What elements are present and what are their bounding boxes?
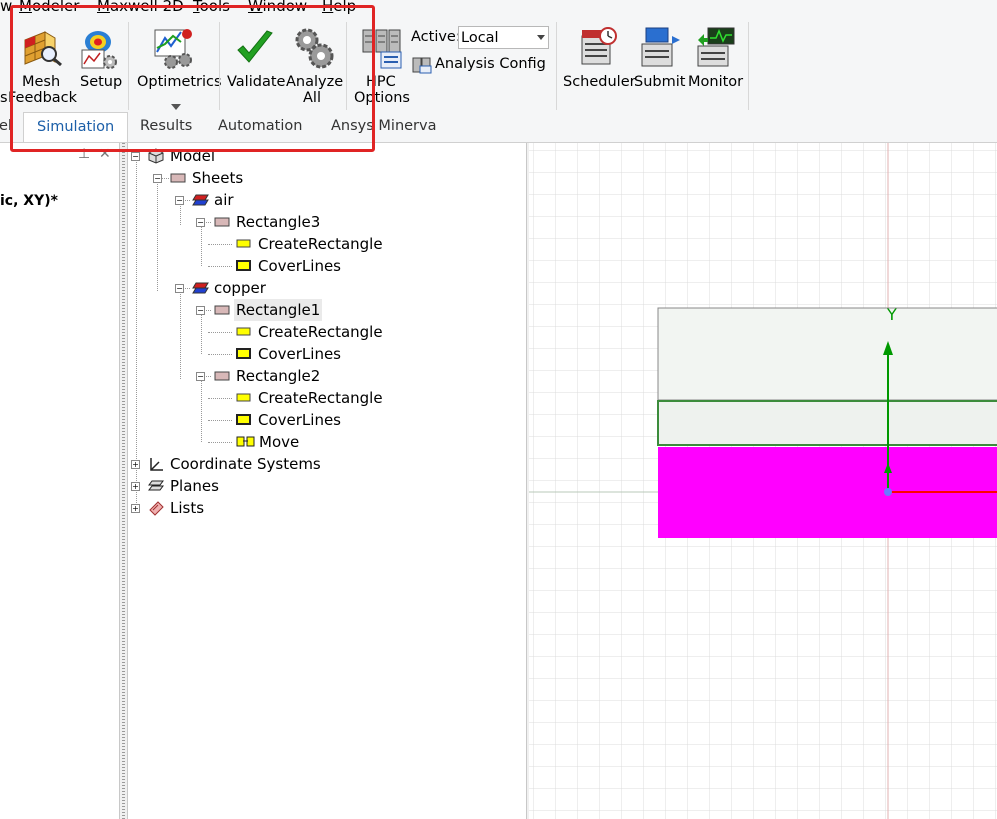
modeler-viewport[interactable]: Y: [529, 143, 997, 819]
cover-lines-icon: [236, 348, 251, 359]
highlight-box: [10, 5, 375, 152]
tree-node-air[interactable]: − air: [128, 189, 526, 211]
coordinate-system-icon: [150, 458, 163, 471]
expand-icon[interactable]: +: [131, 482, 140, 491]
tree-node-cover-lines[interactable]: CoverLines: [128, 343, 526, 365]
tree-node-rectangle3[interactable]: − Rectangle3: [128, 211, 526, 233]
scheduler-button[interactable]: [562, 24, 632, 109]
cover-lines-icon: [236, 414, 251, 425]
tree-label: CreateRectangle: [258, 389, 383, 407]
tree-label: Rectangle2: [236, 367, 321, 385]
monitor-icon: [697, 27, 735, 67]
collapse-icon[interactable]: −: [196, 372, 205, 381]
rectangle1-selected: [657, 400, 997, 446]
monitor-button[interactable]: [688, 24, 744, 109]
create-rectangle-icon: [236, 239, 251, 248]
chevron-down-icon: [537, 35, 545, 40]
ribbon-separator: [556, 22, 557, 110]
tree-node-copper[interactable]: − copper: [128, 277, 526, 299]
tree-node-lists[interactable]: + Lists: [128, 497, 526, 519]
scheduler-icon: [581, 27, 617, 65]
panel-splitter[interactable]: [119, 143, 128, 819]
left-cut-label: s: [0, 90, 8, 106]
collapse-icon[interactable]: −: [196, 306, 205, 315]
lists-icon: [149, 501, 164, 516]
planes-icon: [148, 480, 164, 491]
material-icon: [192, 282, 209, 294]
collapse-icon[interactable]: −: [196, 218, 205, 227]
analysis-config-label: Analysis Config: [435, 56, 546, 72]
modeler-canvas[interactable]: [529, 143, 997, 819]
tree-node-create-rectangle[interactable]: CreateRectangle: [128, 387, 526, 409]
sheet-icon: [214, 217, 230, 227]
move-icon: [236, 436, 255, 447]
tree-label: Planes: [170, 477, 219, 495]
tree-label: Lists: [170, 499, 205, 517]
cover-lines-icon: [236, 260, 251, 271]
tree-node-create-rectangle[interactable]: CreateRectangle: [128, 233, 526, 255]
create-rectangle-icon: [236, 327, 251, 336]
analysis-config-button[interactable]: Analysis Config: [411, 54, 546, 76]
design-title: ic, XY)*: [0, 193, 58, 209]
y-axis-label: Y: [887, 305, 897, 324]
air-rectangle: [657, 307, 997, 401]
ribbon-separator: [748, 22, 749, 110]
tree-node-cover-lines[interactable]: CoverLines: [128, 409, 526, 431]
submit-button[interactable]: [634, 24, 686, 109]
monitor-label: Monitor: [688, 74, 744, 90]
submit-icon: [641, 27, 680, 67]
tree-label: air: [214, 191, 234, 209]
tree-label: CoverLines: [258, 345, 341, 363]
tree-node-sheets[interactable]: − Sheets: [128, 167, 526, 189]
active-label: Active:: [411, 29, 461, 45]
tree-label: CreateRectangle: [258, 323, 383, 341]
tree-node-cover-lines[interactable]: CoverLines: [128, 255, 526, 277]
sheet-icon: [170, 173, 186, 183]
model-tree: − Model − Sheets − air − Rectangle3 Crea…: [128, 143, 526, 819]
active-select[interactable]: Local: [458, 26, 549, 49]
tree-label: Move: [259, 433, 300, 451]
active-select-value: Local: [461, 30, 499, 46]
tree-label: copper: [214, 279, 266, 297]
sheet-icon: [214, 305, 230, 315]
tree-node-rectangle1[interactable]: − Rectangle1: [128, 299, 526, 321]
collapse-icon[interactable]: −: [175, 196, 184, 205]
material-icon: [192, 194, 209, 206]
tree-node-planes[interactable]: + Planes: [128, 475, 526, 497]
submit-label: Submit: [634, 74, 686, 90]
tree-label: Sheets: [192, 169, 244, 187]
collapse-icon[interactable]: −: [175, 284, 184, 293]
collapse-icon[interactable]: −: [153, 174, 162, 183]
tree-node-move[interactable]: Move: [128, 431, 526, 453]
tree-label: Rectangle1: [234, 299, 323, 321]
tree-node-coordinate-systems[interactable]: + Coordinate Systems: [128, 453, 526, 475]
scheduler-label: Scheduler: [563, 74, 636, 90]
tree-label: CoverLines: [258, 257, 341, 275]
expand-icon[interactable]: +: [131, 504, 140, 513]
tree-label: Rectangle3: [236, 213, 321, 231]
collapse-icon[interactable]: −: [131, 152, 140, 161]
origin-marker: [884, 488, 892, 496]
tree-node-rectangle2[interactable]: − Rectangle2: [128, 365, 526, 387]
tree-label: CoverLines: [258, 411, 341, 429]
create-rectangle-icon: [236, 393, 251, 402]
expand-icon[interactable]: +: [131, 460, 140, 469]
tree-node-create-rectangle[interactable]: CreateRectangle: [128, 321, 526, 343]
analysis-config-icon: [412, 57, 432, 74]
tree-label: Coordinate Systems: [170, 455, 321, 473]
sheet-icon: [214, 371, 230, 381]
project-panel: ⊥ ✕ ic, XY)*: [0, 143, 119, 819]
tree-label: CreateRectangle: [258, 235, 383, 253]
